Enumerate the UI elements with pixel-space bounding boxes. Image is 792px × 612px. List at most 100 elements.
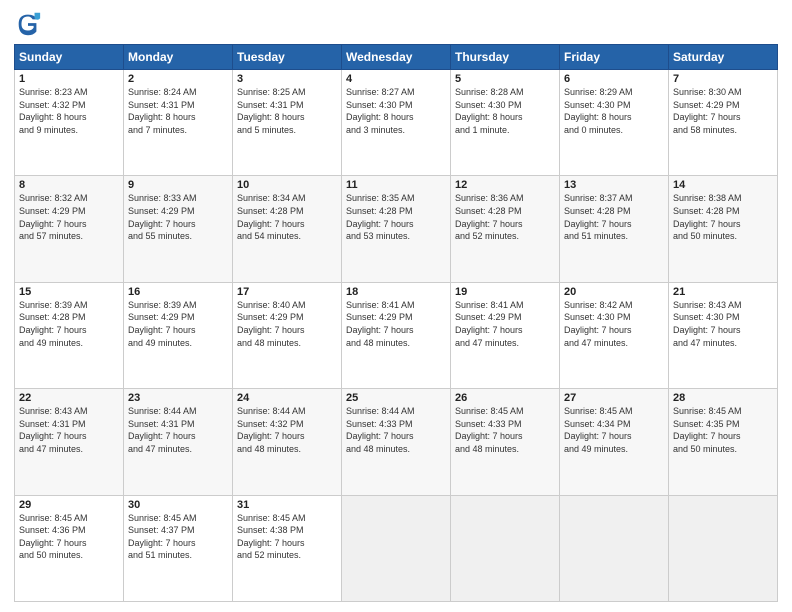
header-row: SundayMondayTuesdayWednesdayThursdayFrid… [15,45,778,70]
day-cell: 2Sunrise: 8:24 AM Sunset: 4:31 PM Daylig… [124,70,233,176]
day-number: 31 [237,499,337,511]
day-number: 11 [346,179,446,191]
day-cell: 4Sunrise: 8:27 AM Sunset: 4:30 PM Daylig… [342,70,451,176]
day-number: 25 [346,392,446,404]
day-info: Sunrise: 8:23 AM Sunset: 4:32 PM Dayligh… [19,86,119,136]
week-row-2: 8Sunrise: 8:32 AM Sunset: 4:29 PM Daylig… [15,176,778,282]
day-number: 16 [128,286,228,298]
day-cell: 3Sunrise: 8:25 AM Sunset: 4:31 PM Daylig… [233,70,342,176]
day-of-week-thursday: Thursday [451,45,560,70]
day-cell: 17Sunrise: 8:40 AM Sunset: 4:29 PM Dayli… [233,282,342,388]
day-number: 13 [564,179,664,191]
day-number: 21 [673,286,773,298]
day-of-week-wednesday: Wednesday [342,45,451,70]
day-info: Sunrise: 8:24 AM Sunset: 4:31 PM Dayligh… [128,86,228,136]
day-info: Sunrise: 8:39 AM Sunset: 4:29 PM Dayligh… [128,299,228,349]
day-cell: 30Sunrise: 8:45 AM Sunset: 4:37 PM Dayli… [124,495,233,601]
day-of-week-monday: Monday [124,45,233,70]
day-number: 12 [455,179,555,191]
day-info: Sunrise: 8:38 AM Sunset: 4:28 PM Dayligh… [673,192,773,242]
day-of-week-saturday: Saturday [669,45,778,70]
day-cell: 18Sunrise: 8:41 AM Sunset: 4:29 PM Dayli… [342,282,451,388]
day-info: Sunrise: 8:25 AM Sunset: 4:31 PM Dayligh… [237,86,337,136]
day-number: 4 [346,73,446,85]
day-cell: 22Sunrise: 8:43 AM Sunset: 4:31 PM Dayli… [15,389,124,495]
day-cell [669,495,778,601]
day-number: 3 [237,73,337,85]
day-of-week-sunday: Sunday [15,45,124,70]
day-info: Sunrise: 8:30 AM Sunset: 4:29 PM Dayligh… [673,86,773,136]
day-cell: 15Sunrise: 8:39 AM Sunset: 4:28 PM Dayli… [15,282,124,388]
day-of-week-friday: Friday [560,45,669,70]
day-info: Sunrise: 8:45 AM Sunset: 4:34 PM Dayligh… [564,405,664,455]
day-cell: 27Sunrise: 8:45 AM Sunset: 4:34 PM Dayli… [560,389,669,495]
day-number: 30 [128,499,228,511]
week-row-3: 15Sunrise: 8:39 AM Sunset: 4:28 PM Dayli… [15,282,778,388]
day-number: 8 [19,179,119,191]
day-info: Sunrise: 8:41 AM Sunset: 4:29 PM Dayligh… [455,299,555,349]
day-number: 10 [237,179,337,191]
day-cell: 8Sunrise: 8:32 AM Sunset: 4:29 PM Daylig… [15,176,124,282]
day-number: 18 [346,286,446,298]
day-info: Sunrise: 8:34 AM Sunset: 4:28 PM Dayligh… [237,192,337,242]
day-number: 28 [673,392,773,404]
day-cell: 16Sunrise: 8:39 AM Sunset: 4:29 PM Dayli… [124,282,233,388]
day-info: Sunrise: 8:45 AM Sunset: 4:36 PM Dayligh… [19,512,119,562]
day-cell: 20Sunrise: 8:42 AM Sunset: 4:30 PM Dayli… [560,282,669,388]
day-number: 24 [237,392,337,404]
day-number: 19 [455,286,555,298]
day-cell: 25Sunrise: 8:44 AM Sunset: 4:33 PM Dayli… [342,389,451,495]
day-info: Sunrise: 8:43 AM Sunset: 4:30 PM Dayligh… [673,299,773,349]
day-number: 2 [128,73,228,85]
day-cell: 7Sunrise: 8:30 AM Sunset: 4:29 PM Daylig… [669,70,778,176]
day-info: Sunrise: 8:44 AM Sunset: 4:31 PM Dayligh… [128,405,228,455]
day-cell: 6Sunrise: 8:29 AM Sunset: 4:30 PM Daylig… [560,70,669,176]
day-number: 23 [128,392,228,404]
day-cell: 28Sunrise: 8:45 AM Sunset: 4:35 PM Dayli… [669,389,778,495]
day-cell: 24Sunrise: 8:44 AM Sunset: 4:32 PM Dayli… [233,389,342,495]
day-number: 9 [128,179,228,191]
day-info: Sunrise: 8:45 AM Sunset: 4:33 PM Dayligh… [455,405,555,455]
day-number: 14 [673,179,773,191]
day-number: 20 [564,286,664,298]
day-info: Sunrise: 8:39 AM Sunset: 4:28 PM Dayligh… [19,299,119,349]
day-info: Sunrise: 8:45 AM Sunset: 4:37 PM Dayligh… [128,512,228,562]
day-number: 1 [19,73,119,85]
day-info: Sunrise: 8:33 AM Sunset: 4:29 PM Dayligh… [128,192,228,242]
day-info: Sunrise: 8:45 AM Sunset: 4:38 PM Dayligh… [237,512,337,562]
day-cell: 26Sunrise: 8:45 AM Sunset: 4:33 PM Dayli… [451,389,560,495]
calendar-header: SundayMondayTuesdayWednesdayThursdayFrid… [15,45,778,70]
day-cell: 12Sunrise: 8:36 AM Sunset: 4:28 PM Dayli… [451,176,560,282]
day-info: Sunrise: 8:36 AM Sunset: 4:28 PM Dayligh… [455,192,555,242]
day-info: Sunrise: 8:44 AM Sunset: 4:33 PM Dayligh… [346,405,446,455]
day-cell: 1Sunrise: 8:23 AM Sunset: 4:32 PM Daylig… [15,70,124,176]
day-cell: 19Sunrise: 8:41 AM Sunset: 4:29 PM Dayli… [451,282,560,388]
day-info: Sunrise: 8:40 AM Sunset: 4:29 PM Dayligh… [237,299,337,349]
day-number: 7 [673,73,773,85]
week-row-4: 22Sunrise: 8:43 AM Sunset: 4:31 PM Dayli… [15,389,778,495]
week-row-1: 1Sunrise: 8:23 AM Sunset: 4:32 PM Daylig… [15,70,778,176]
day-number: 27 [564,392,664,404]
day-cell: 29Sunrise: 8:45 AM Sunset: 4:36 PM Dayli… [15,495,124,601]
day-cell: 14Sunrise: 8:38 AM Sunset: 4:28 PM Dayli… [669,176,778,282]
calendar-table: SundayMondayTuesdayWednesdayThursdayFrid… [14,44,778,602]
calendar-body: 1Sunrise: 8:23 AM Sunset: 4:32 PM Daylig… [15,70,778,602]
day-info: Sunrise: 8:43 AM Sunset: 4:31 PM Dayligh… [19,405,119,455]
day-number: 5 [455,73,555,85]
day-cell: 21Sunrise: 8:43 AM Sunset: 4:30 PM Dayli… [669,282,778,388]
day-of-week-tuesday: Tuesday [233,45,342,70]
day-info: Sunrise: 8:35 AM Sunset: 4:28 PM Dayligh… [346,192,446,242]
day-number: 29 [19,499,119,511]
day-cell: 9Sunrise: 8:33 AM Sunset: 4:29 PM Daylig… [124,176,233,282]
day-info: Sunrise: 8:42 AM Sunset: 4:30 PM Dayligh… [564,299,664,349]
day-info: Sunrise: 8:37 AM Sunset: 4:28 PM Dayligh… [564,192,664,242]
day-info: Sunrise: 8:29 AM Sunset: 4:30 PM Dayligh… [564,86,664,136]
day-number: 15 [19,286,119,298]
day-number: 6 [564,73,664,85]
day-cell [342,495,451,601]
day-number: 17 [237,286,337,298]
day-cell [560,495,669,601]
day-info: Sunrise: 8:28 AM Sunset: 4:30 PM Dayligh… [455,86,555,136]
day-info: Sunrise: 8:32 AM Sunset: 4:29 PM Dayligh… [19,192,119,242]
week-row-5: 29Sunrise: 8:45 AM Sunset: 4:36 PM Dayli… [15,495,778,601]
